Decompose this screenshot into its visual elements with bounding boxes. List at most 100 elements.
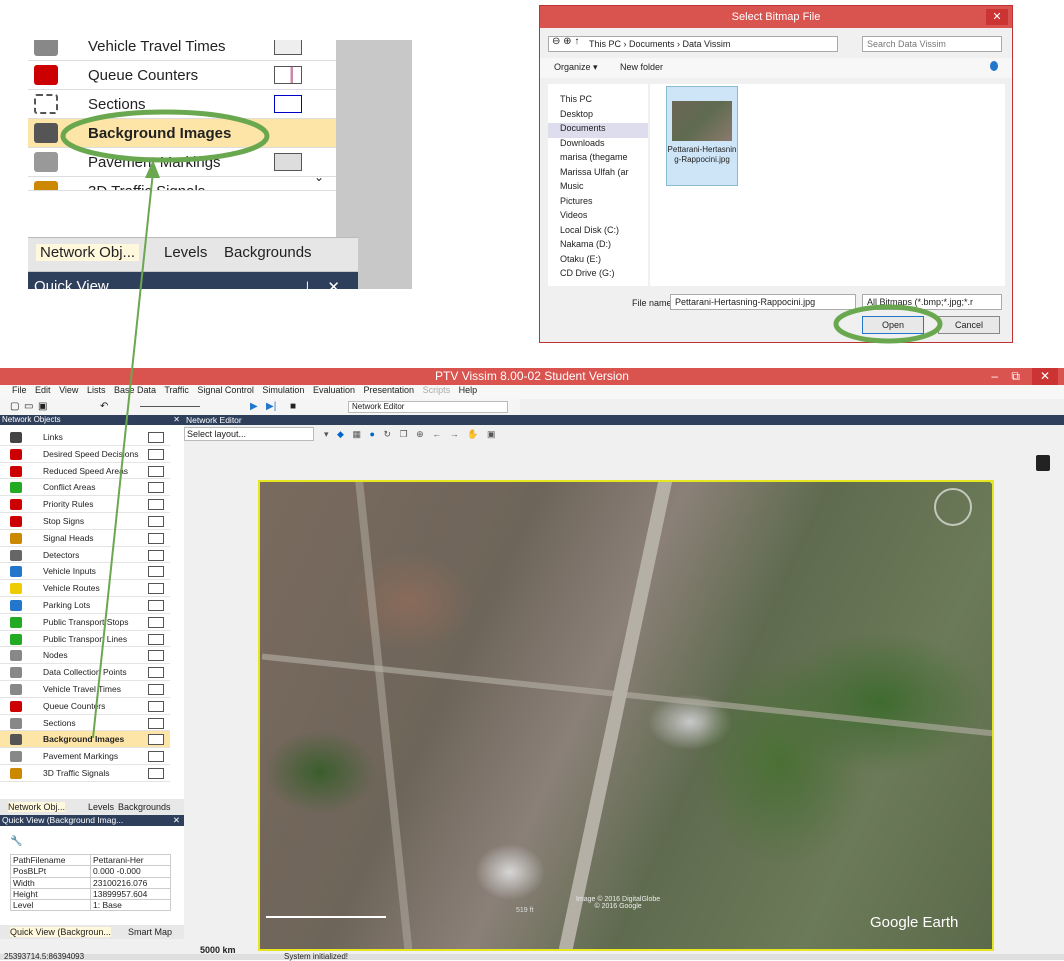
network-object-item[interactable]: Public Transport Lines (0, 631, 170, 648)
network-object-item[interactable]: Background Images (0, 731, 170, 749)
save-icon[interactable]: ▣ (38, 401, 47, 412)
network-object-item[interactable]: Reduced Speed Areas (0, 463, 170, 480)
table-row[interactable]: PosBLPt 0.000 -0.000 (10, 865, 171, 878)
forward-icon[interactable]: → (450, 429, 462, 439)
network-object-item[interactable]: Conflict Areas (0, 479, 170, 497)
file-item[interactable]: Pettarani-Hertasning-Rappocini.jpg (666, 86, 738, 186)
camera-icon[interactable]: ▣ (487, 429, 499, 439)
tab-network-objects[interactable]: Network Obj... (8, 802, 66, 812)
tree-item[interactable]: Documents (548, 123, 648, 138)
restore-icon[interactable]: ⧉ (1011, 368, 1020, 385)
cancel-button[interactable]: Cancel (938, 316, 1000, 334)
tree-item[interactable]: Downloads (548, 138, 648, 153)
editor-select[interactable]: Network Editor (348, 401, 508, 413)
rotate-icon[interactable]: ↻ (383, 429, 394, 439)
tree-item[interactable]: Otaku (E:) (548, 254, 648, 269)
file-name-input[interactable]: Pettarani-Hertasning-Rappocini.jpg (670, 294, 856, 310)
network-object-item[interactable]: Signal Heads (0, 530, 170, 547)
network-object-item[interactable]: Vehicle Routes (0, 580, 170, 597)
open-button[interactable]: Open (862, 316, 924, 334)
breadcrumb-data-vissim[interactable]: Data Vissim (683, 39, 731, 49)
background-image-satellite[interactable]: 519 ft Image © 2016 DigitalGlobe © 2016 … (258, 480, 994, 951)
table-row[interactable]: Height 13899957.604 (10, 887, 171, 901)
step-icon[interactable]: ▶| (266, 401, 276, 412)
network-object-item[interactable]: Desired Speed Decisions (0, 446, 170, 463)
play-icon[interactable]: ▶ (250, 401, 258, 412)
tree-item[interactable]: Music (548, 181, 648, 196)
menu-file[interactable]: File (12, 385, 27, 395)
network-object-item[interactable]: Links (0, 429, 170, 446)
new-icon[interactable]: ▢ (10, 401, 19, 412)
zoom-item-background-images[interactable]: Background Images (28, 119, 336, 148)
back-icon[interactable]: ← (432, 429, 444, 439)
zoom-item-queue-counters[interactable]: Queue Counters (28, 61, 336, 90)
network-object-item[interactable]: Data Collection Points (0, 664, 170, 681)
stop-icon[interactable]: ■ (290, 401, 296, 412)
tab-levels[interactable]: Levels (164, 244, 207, 261)
tab-levels[interactable]: Levels (88, 802, 114, 812)
layout-select[interactable]: Select layout... (184, 427, 314, 441)
network-object-item[interactable]: Parking Lots (0, 597, 170, 614)
menu-evaluation[interactable]: Evaluation (313, 385, 355, 395)
tree-item[interactable]: Marissa Ulfah (ar (548, 167, 648, 182)
network-object-item[interactable]: Stop Signs (0, 513, 170, 530)
network-object-item[interactable]: 3D Traffic Signals (0, 765, 170, 782)
table-row[interactable]: PathFilename Pettarani-Her (10, 853, 171, 867)
table-row[interactable]: Width 23100216.076 (10, 876, 171, 889)
menu-traffic[interactable]: Traffic (164, 385, 189, 395)
network-object-item[interactable]: Pavement Markings (0, 748, 170, 765)
close-icon[interactable]: ✕ (986, 9, 1008, 25)
menu-view[interactable]: View (59, 385, 78, 395)
speed-slider[interactable] (140, 406, 200, 407)
copy-icon[interactable]: ❐ (400, 429, 411, 439)
tab-smart-map[interactable]: Smart Map (128, 927, 172, 937)
menu-simulation[interactable]: Simulation (262, 385, 304, 395)
help-icon[interactable] (990, 61, 998, 71)
scroll-down-icon[interactable]: ⌄ (314, 170, 324, 184)
menu-help[interactable]: Help (459, 385, 478, 395)
minimize-icon[interactable]: – (991, 368, 998, 385)
tab-network-objects[interactable]: Network Obj... (36, 244, 140, 261)
network-object-item[interactable]: Vehicle Inputs (0, 563, 170, 581)
pan-icon[interactable]: ✋ (467, 429, 481, 439)
network-object-item[interactable]: Vehicle Travel Times (0, 681, 170, 698)
tab-backgrounds[interactable]: Backgrounds (118, 802, 171, 812)
globe-icon[interactable]: ● (370, 429, 378, 439)
menu-lists[interactable]: Lists (87, 385, 106, 395)
property-value[interactable]: 0.000 -0.000 (90, 865, 171, 878)
tree-item[interactable]: This PC (548, 94, 648, 109)
zoom-icon[interactable]: ⊕ (416, 429, 427, 439)
wrench-icon[interactable]: 🔧 (10, 836, 22, 847)
tab-backgrounds[interactable]: Backgrounds (224, 244, 312, 261)
network-object-item[interactable]: Public Transport Stops (0, 614, 170, 631)
property-value[interactable]: 23100216.076 (90, 876, 171, 889)
tree-item[interactable]: Nakama (D:) (548, 239, 648, 254)
menu-scripts[interactable]: Scripts (423, 385, 451, 395)
undo-icon[interactable]: ↶ (100, 401, 108, 412)
close-icon[interactable]: ✕ (1032, 368, 1058, 385)
breadcrumb-documents[interactable]: Documents (629, 39, 675, 49)
search-input[interactable]: Search Data Vissim (862, 36, 1002, 52)
network-object-item[interactable]: Nodes (0, 647, 170, 665)
organize-button[interactable]: Organize ▾ (554, 62, 598, 73)
tree-item[interactable]: Pictures (548, 196, 648, 211)
zoom-item-travel-times[interactable]: Vehicle Travel Times (28, 40, 336, 61)
network-object-item[interactable]: Sections (0, 715, 170, 732)
address-bar[interactable]: This PC › Documents › Data Vissim (548, 36, 838, 52)
pin-icon[interactable]: ⊥ (301, 278, 314, 289)
network-object-item[interactable]: Queue Counters (0, 698, 170, 715)
new-folder-button[interactable]: New folder (620, 62, 663, 72)
tree-item[interactable]: Videos (548, 210, 648, 225)
zoom-item-sections[interactable]: Sections (28, 90, 336, 119)
breadcrumb-this-pc[interactable]: This PC (589, 39, 621, 49)
network-object-item[interactable]: Priority Rules (0, 496, 170, 513)
wrench-icon[interactable]: ▾ (324, 429, 332, 439)
close-icon[interactable]: ✕ (173, 415, 180, 425)
resize-handle[interactable] (990, 482, 992, 484)
zoom-item-pavement-markings[interactable]: Pavement Markings (28, 148, 336, 177)
open-icon[interactable]: ▭ (24, 401, 33, 412)
file-type-select[interactable]: All Bitmaps (*.bmp;*.jpg;*.r (862, 294, 1002, 310)
network-object-item[interactable]: Detectors (0, 547, 170, 564)
menu-presentation[interactable]: Presentation (364, 385, 415, 395)
menu-base-data[interactable]: Base Data (114, 385, 156, 395)
